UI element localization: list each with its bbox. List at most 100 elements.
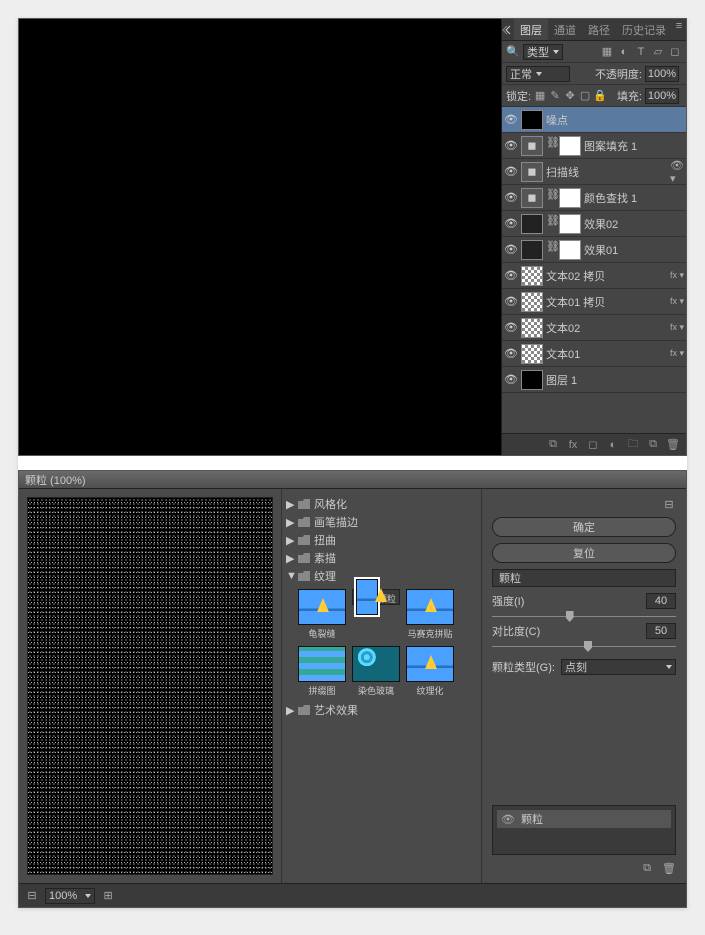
tab-layers[interactable]: 图层	[514, 19, 548, 40]
panel-menu-icon[interactable]: ≡	[672, 19, 686, 33]
layer-thumbnail[interactable]	[521, 318, 543, 338]
filter-thumbnail[interactable]: 拼缀图	[298, 646, 346, 697]
layer-thumbnail[interactable]: ◼	[521, 136, 543, 156]
effect-select[interactable]: 颗粒	[492, 569, 676, 587]
eye-icon[interactable]: 👁	[504, 139, 518, 153]
filter-thumbnail[interactable]: 颗粒	[352, 589, 400, 605]
filter-text-icon[interactable]: T	[634, 45, 648, 59]
visibility-icon[interactable]: 👁▾	[670, 165, 684, 179]
layer-thumbnail[interactable]	[521, 266, 543, 286]
layer-row[interactable]: 👁⛓效果01	[502, 237, 686, 263]
new-layer-icon[interactable]: ⧉	[646, 438, 660, 452]
preview-image[interactable]	[27, 497, 273, 875]
filter-category[interactable]: ▶画笔描边	[286, 513, 477, 531]
layer-mask-thumbnail[interactable]	[559, 188, 581, 208]
eye-icon[interactable]: 👁	[504, 295, 518, 309]
eye-icon[interactable]: 👁	[504, 113, 518, 127]
link-layers-icon[interactable]: ⧉	[546, 438, 560, 452]
layer-fx-indicator[interactable]: fx ▾	[670, 296, 684, 307]
filter-shape-icon[interactable]: ▱	[651, 45, 665, 59]
filter-type-select[interactable]: 类型	[523, 44, 563, 60]
new-group-icon[interactable]: 🗀	[626, 438, 640, 452]
filter-thumbnail[interactable]: 纹理化	[406, 646, 454, 697]
tab-history[interactable]: 历史记录	[616, 19, 672, 40]
layer-fx-icon[interactable]: fx	[566, 438, 580, 452]
tab-channels[interactable]: 通道	[548, 19, 582, 40]
filter-category[interactable]: ▶风格化	[286, 495, 477, 513]
toggle-view-icon[interactable]: ⊟	[662, 497, 676, 511]
eye-icon[interactable]: 👁	[504, 191, 518, 205]
eye-icon[interactable]: 👁	[504, 243, 518, 257]
layer-fx-indicator[interactable]: fx ▾	[670, 348, 684, 359]
filter-category[interactable]: ▶素描	[286, 549, 477, 567]
layer-row[interactable]: 👁噪点	[502, 107, 686, 133]
filter-thumbnail[interactable]: 染色玻璃	[352, 646, 400, 697]
layer-row[interactable]: 👁◼⛓颜色查找 1	[502, 185, 686, 211]
layer-thumbnail[interactable]	[521, 344, 543, 364]
lock-move-icon[interactable]: ✥	[564, 90, 576, 102]
ok-button[interactable]: 确定	[492, 517, 676, 537]
filter-adjust-icon[interactable]: ◐	[617, 45, 631, 59]
layer-thumbnail[interactable]	[521, 214, 543, 234]
filter-thumbnail[interactable]: 马赛克拼贴	[406, 589, 454, 640]
layer-row[interactable]: 👁◼扫描线👁▾	[502, 159, 686, 185]
layer-thumbnail[interactable]	[521, 240, 543, 260]
delete-effect-icon[interactable]: 🗑	[662, 861, 676, 875]
delete-layer-icon[interactable]: 🗑	[666, 438, 680, 452]
lock-all-icon[interactable]: 🔒	[594, 90, 606, 102]
filter-smart-icon[interactable]: ◻	[668, 45, 682, 59]
filter-category[interactable]: ▼纹理	[286, 567, 477, 585]
zoom-select[interactable]: 100%	[45, 888, 95, 904]
layer-row[interactable]: 👁文本02 拷贝fx ▾	[502, 263, 686, 289]
slider-track[interactable]	[492, 641, 676, 653]
layer-mask-thumbnail[interactable]	[559, 214, 581, 234]
adjustment-layer-icon[interactable]: ◐	[606, 438, 620, 452]
new-effect-icon[interactable]: ⧉	[640, 861, 654, 875]
slider-knob[interactable]	[584, 641, 592, 652]
lock-artboard-icon[interactable]: ▢	[579, 90, 591, 102]
layer-row[interactable]: 👁图层 1	[502, 367, 686, 393]
layer-row[interactable]: 👁文本01fx ▾	[502, 341, 686, 367]
opacity-input[interactable]: 100%	[645, 66, 679, 82]
tab-paths[interactable]: 路径	[582, 19, 616, 40]
eye-icon[interactable]: 👁	[504, 217, 518, 231]
eye-icon[interactable]: 👁	[504, 269, 518, 283]
layer-row[interactable]: 👁文本01 拷贝fx ▾	[502, 289, 686, 315]
reset-button[interactable]: 复位	[492, 543, 676, 563]
layer-thumbnail[interactable]	[521, 110, 543, 130]
blend-mode-select[interactable]: 正常	[506, 66, 570, 82]
layer-row[interactable]: 👁文本02fx ▾	[502, 315, 686, 341]
layer-thumbnail[interactable]	[521, 292, 543, 312]
panel-collapse-button[interactable]	[502, 19, 514, 40]
filter-thumbnail[interactable]: 龟裂缝	[298, 589, 346, 640]
grain-type-select[interactable]: 点刻	[561, 659, 676, 675]
eye-icon[interactable]: 👁	[504, 165, 518, 179]
slider-track[interactable]	[492, 611, 676, 623]
eye-icon[interactable]: 👁	[504, 373, 518, 387]
eye-icon[interactable]: 👁	[504, 321, 518, 335]
layer-mask-icon[interactable]: ◻	[586, 438, 600, 452]
layer-fx-indicator[interactable]: fx ▾	[670, 270, 684, 281]
layer-row[interactable]: 👁⛓效果02	[502, 211, 686, 237]
lock-pixels-icon[interactable]: ▦	[534, 90, 546, 102]
layer-mask-thumbnail[interactable]	[559, 136, 581, 156]
layer-thumbnail[interactable]	[521, 370, 543, 390]
fill-input[interactable]: 100%	[645, 88, 679, 104]
slider-knob[interactable]	[566, 611, 574, 622]
layer-thumbnail[interactable]: ◼	[521, 188, 543, 208]
param-value[interactable]: 40	[646, 593, 676, 609]
filter-category[interactable]: ▶艺术效果	[286, 701, 477, 719]
layer-mask-thumbnail[interactable]	[559, 240, 581, 260]
layer-fx-indicator[interactable]: fx ▾	[670, 322, 684, 333]
layer-thumbnail[interactable]: ◼	[521, 162, 543, 182]
applied-effect-item[interactable]: 👁 颗粒	[497, 810, 671, 828]
layer-row[interactable]: 👁◼⛓图案填充 1	[502, 133, 686, 159]
param-value[interactable]: 50	[646, 623, 676, 639]
zoom-in-icon[interactable]: ⊞	[101, 889, 115, 903]
filter-category[interactable]: ▶扭曲	[286, 531, 477, 549]
search-icon[interactable]: 🔍	[506, 45, 520, 59]
filter-image-icon[interactable]: ▦	[600, 45, 614, 59]
zoom-out-icon[interactable]: ⊟	[25, 889, 39, 903]
eye-icon[interactable]: 👁	[501, 812, 515, 826]
eye-icon[interactable]: 👁	[504, 347, 518, 361]
